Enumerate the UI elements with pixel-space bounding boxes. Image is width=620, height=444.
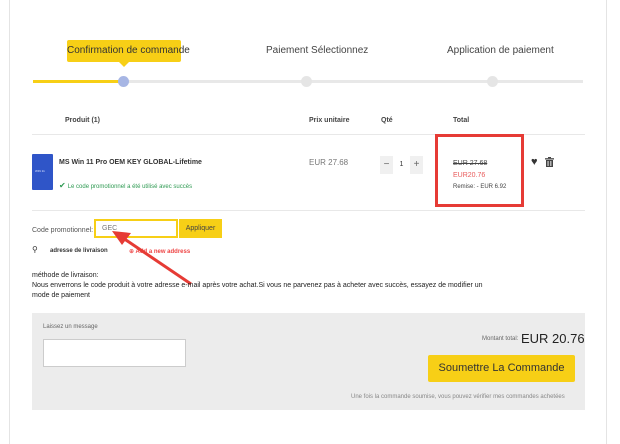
- message-textarea[interactable]: [43, 339, 186, 367]
- step-dot-2: [301, 76, 312, 87]
- check-icon: ✔: [59, 181, 66, 190]
- new-total-price: EUR20.76: [453, 172, 486, 179]
- add-address-link[interactable]: ⊕ Add a new address: [129, 248, 190, 255]
- delivery-description: Nous enverrons le code produit à votre a…: [32, 282, 483, 299]
- header-unit-price: Prix unitaire: [309, 117, 350, 124]
- header-qty: Qté: [381, 117, 393, 124]
- header-product: Produit (1): [65, 117, 100, 124]
- submit-note: Une fois la commande soumise, vous pouve…: [351, 394, 565, 400]
- heart-icon[interactable]: ♥: [531, 156, 538, 168]
- old-total-price: EUR 27.68: [453, 160, 488, 167]
- add-address-text: Add a new address: [135, 249, 191, 255]
- progress-fill: [33, 80, 127, 83]
- page-border-right: [606, 0, 607, 444]
- step-dot-1: [118, 76, 129, 87]
- step-payment-select: Paiement Sélectionnez: [266, 45, 369, 56]
- page-border-left: [9, 0, 10, 444]
- promo-success-text: Le code promotionnel a été utilisé avec …: [67, 184, 193, 190]
- product-thumbnail[interactable]: WIN 11: [32, 154, 53, 190]
- total-amount-value: EUR 20.76: [521, 331, 585, 346]
- product-name[interactable]: MS Win 11 Pro OEM KEY GLOBAL-Lifetime: [59, 159, 202, 166]
- row-divider: [32, 210, 585, 211]
- apply-promo-button[interactable]: Appliquer: [179, 219, 222, 238]
- qty-decrease-button[interactable]: −: [380, 156, 393, 174]
- step-dot-3: [487, 76, 498, 87]
- qty-value[interactable]: 1: [395, 156, 408, 174]
- promo-success-message: ✔ Le code promotionnel a été utilisé avec…: [59, 181, 192, 190]
- delivery-method: méthode de livraison: Nous enverrons le …: [32, 271, 502, 301]
- delivery-title: méthode de livraison:: [32, 272, 99, 279]
- discount-amount: Remise: - EUR 6.92: [453, 184, 507, 190]
- header-total: Total: [453, 117, 470, 124]
- unit-price: EUR 27.68: [309, 158, 349, 167]
- step-confirmation: Confirmation de commande: [67, 40, 190, 67]
- step-payment-apply: Application de paiement: [447, 45, 554, 56]
- promo-code-input[interactable]: [94, 219, 178, 238]
- submit-order-button[interactable]: Soumettre La Commande: [428, 355, 575, 382]
- location-pin-icon: ⚲: [32, 245, 38, 254]
- trash-icon[interactable]: [545, 157, 554, 167]
- address-label: adresse de livraison: [50, 248, 108, 254]
- total-highlight-box: [435, 134, 524, 207]
- add-icon: ⊕: [129, 249, 135, 255]
- total-amount-label: Montant total:: [482, 336, 519, 342]
- promo-code-label: Code promotionnel:: [32, 227, 94, 234]
- message-label: Laissez un message: [43, 324, 98, 330]
- qty-increase-button[interactable]: +: [410, 156, 423, 174]
